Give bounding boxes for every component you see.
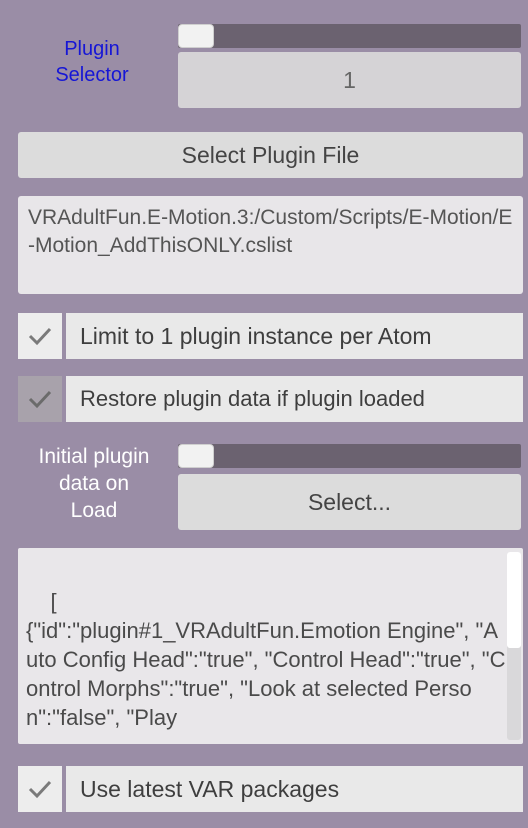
initial-plugin-data-label-line3: Load	[70, 499, 118, 522]
initial-plugin-data-label-line1: Initial plugin	[38, 445, 150, 468]
plugin-path-text: VRAdultFun.E-Motion.3:/Custom/Scripts/E-…	[18, 196, 523, 294]
initial-plugin-data-slider-handle[interactable]	[178, 444, 214, 468]
plugin-selector-label-line1: Plugin	[64, 38, 120, 60]
plugin-path-value: VRAdultFun.E-Motion.3:/Custom/Scripts/E-…	[28, 206, 513, 257]
checkmark-icon	[28, 327, 52, 346]
limit-instance-label: Limit to 1 plugin instance per Atom	[80, 322, 432, 349]
plugin-selector-label-line2: Selector	[55, 64, 129, 86]
limit-instance-label-box[interactable]: Limit to 1 plugin instance per Atom	[66, 313, 523, 359]
initial-plugin-data-select-button[interactable]: Select...	[178, 474, 521, 530]
plugin-data-text-content: [ {"id":"plugin#1_VRAdultFun.Emotion Eng…	[26, 589, 506, 730]
plugin-selector-label: Plugin Selector	[22, 36, 162, 88]
initial-plugin-data-select-label: Select...	[307, 488, 392, 515]
restore-plugin-data-label-box[interactable]: Restore plugin data if plugin loaded	[66, 376, 523, 422]
limit-instance-toggle[interactable]: Limit to 1 plugin instance per Atom	[18, 313, 523, 359]
restore-plugin-data-toggle[interactable]: Restore plugin data if plugin loaded	[18, 376, 523, 422]
plugin-selector-slider[interactable]	[178, 24, 521, 48]
select-plugin-file-label: Select Plugin File	[181, 141, 360, 168]
use-latest-var-toggle[interactable]: Use latest VAR packages	[18, 766, 523, 812]
use-latest-var-label: Use latest VAR packages	[80, 775, 340, 802]
plugin-data-text: [ {"id":"plugin#1_VRAdultFun.Emotion Eng…	[18, 548, 518, 752]
plugin-data-text-area[interactable]: [ {"id":"plugin#1_VRAdultFun.Emotion Eng…	[18, 548, 523, 744]
restore-plugin-data-checkbox[interactable]	[18, 376, 62, 422]
initial-plugin-data-slider[interactable]	[178, 444, 521, 468]
use-latest-var-checkbox[interactable]	[18, 766, 62, 812]
plugin-selector-value: 1	[178, 52, 521, 108]
limit-instance-checkbox[interactable]	[18, 313, 62, 359]
plugin-data-scrollbar-thumb[interactable]	[507, 552, 521, 648]
plugin-selector-value-text: 1	[343, 66, 356, 93]
select-plugin-file-button[interactable]: Select Plugin File	[18, 132, 523, 178]
checkmark-icon	[28, 780, 52, 799]
checkmark-icon	[28, 390, 52, 409]
initial-plugin-data-label-line2: data on	[58, 472, 130, 495]
restore-plugin-data-label: Restore plugin data if plugin loaded	[80, 386, 425, 411]
plugin-data-scrollbar[interactable]	[507, 552, 521, 740]
initial-plugin-data-label: Initial plugin data on Load	[14, 443, 174, 524]
plugin-selector-slider-handle[interactable]	[178, 24, 214, 48]
use-latest-var-label-box[interactable]: Use latest VAR packages	[66, 766, 523, 812]
